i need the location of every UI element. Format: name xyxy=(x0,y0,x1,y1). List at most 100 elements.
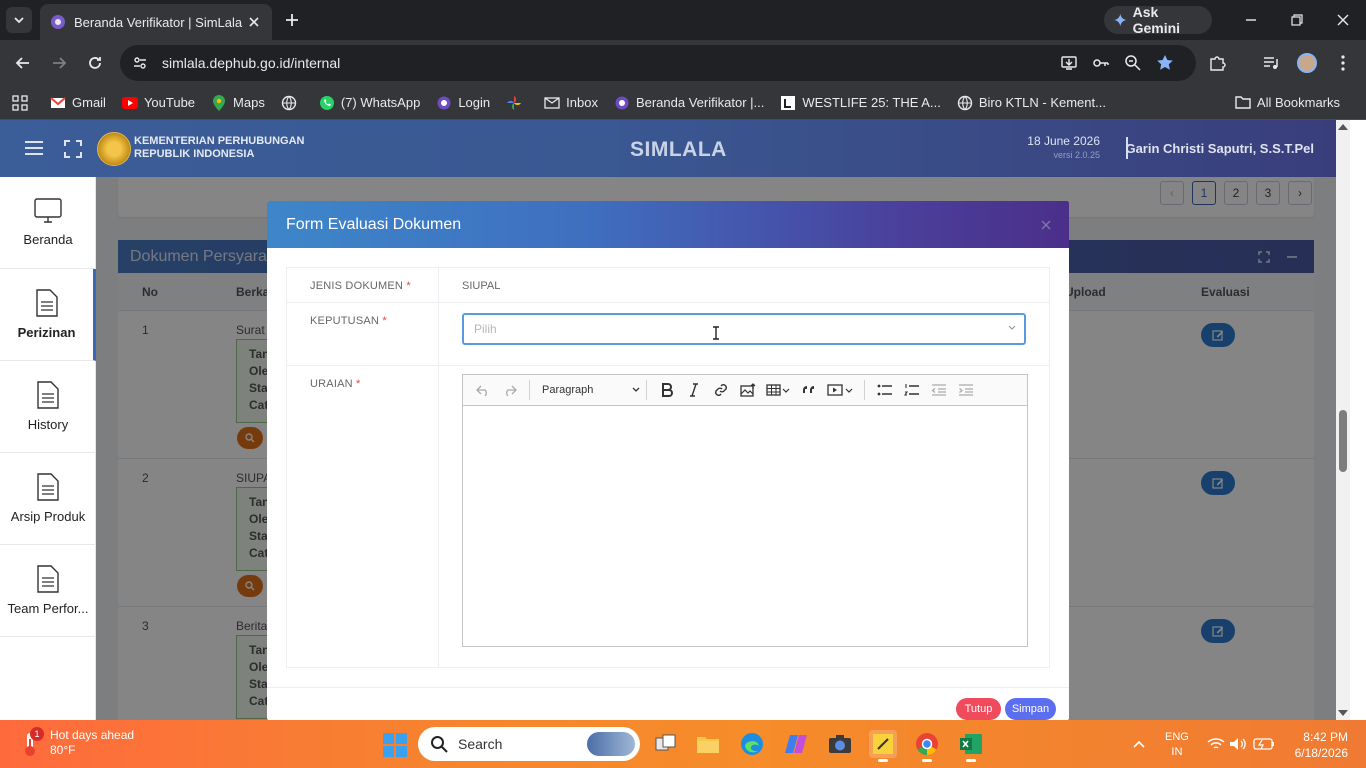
simpan-button[interactable]: Simpan xyxy=(1005,698,1056,720)
search-icon xyxy=(431,736,448,753)
all-bookmarks-button[interactable]: All Bookmarks xyxy=(1235,94,1340,110)
browser-menu-button[interactable] xyxy=(1332,52,1354,74)
media-controls-button[interactable] xyxy=(1260,52,1282,74)
browser-tab-active[interactable]: Beranda Verifikator | SimLala xyxy=(40,4,272,40)
zoom-icon[interactable] xyxy=(1124,54,1142,72)
tutup-button[interactable]: Tutup xyxy=(956,698,1001,720)
file-explorer-icon[interactable] xyxy=(694,730,722,758)
extensions-button[interactable] xyxy=(1206,52,1228,74)
volume-icon[interactable] xyxy=(1224,730,1252,758)
sidebar-item-team-performance[interactable]: Team Perfor... xyxy=(0,545,96,637)
taskbar-search[interactable]: Search xyxy=(418,727,640,761)
quote-icon xyxy=(802,386,814,393)
form-row-keputusan: KEPUTUSAN * Pilih xyxy=(287,303,1049,366)
insert-table-button[interactable] xyxy=(761,378,795,402)
copilot-icon[interactable] xyxy=(782,730,810,758)
modal-close-button[interactable] xyxy=(1037,216,1055,234)
excel-icon[interactable] xyxy=(957,730,985,762)
outdent-button[interactable] xyxy=(925,378,952,402)
insert-media-button[interactable] xyxy=(822,378,858,402)
sidebar-item-history[interactable]: History xyxy=(0,361,96,453)
system-clock[interactable]: 8:42 PM 6/18/2026 xyxy=(1295,729,1348,761)
keputusan-label: KEPUTUSAN * xyxy=(287,303,439,365)
minimize-window-button[interactable] xyxy=(1241,10,1261,30)
bold-icon xyxy=(661,383,673,397)
table-icon xyxy=(766,384,790,396)
bold-button[interactable] xyxy=(653,378,680,402)
user-name[interactable]: Garin Christi Saputri, S.S.T.Pel xyxy=(1125,141,1314,156)
link-icon xyxy=(714,384,727,396)
bulleted-list-button[interactable] xyxy=(871,378,898,402)
search-label: Search xyxy=(458,736,503,752)
fullscreen-icon xyxy=(64,140,82,158)
globe-icon xyxy=(281,95,297,111)
edge-browser-icon[interactable] xyxy=(738,730,766,758)
bookmark-star-icon[interactable] xyxy=(1156,54,1174,72)
toolbar-separator xyxy=(864,380,865,400)
scroll-up-arrow[interactable] xyxy=(1338,124,1348,130)
reload-button[interactable] xyxy=(84,52,106,74)
fullscreen-button[interactable] xyxy=(64,140,82,158)
bookmark-item[interactable]: Beranda Verifikator |... xyxy=(614,95,764,111)
chrome-icon[interactable] xyxy=(913,730,941,762)
scrollbar-thumb[interactable] xyxy=(1339,410,1347,472)
bookmark-item[interactable]: (7) WhatsApp xyxy=(319,95,420,111)
heading-dropdown[interactable]: Paragraph xyxy=(536,378,640,402)
input-language[interactable]: ENG IN xyxy=(1165,730,1189,760)
sidebar-item-perizinan[interactable]: Perizinan xyxy=(0,269,96,361)
tab-close-button[interactable] xyxy=(246,14,262,30)
windows-logo-icon xyxy=(383,733,407,757)
bookmark-item[interactable] xyxy=(281,95,303,111)
clock-time: 8:42 PM xyxy=(1303,730,1348,744)
undo-button[interactable] xyxy=(469,378,496,402)
sticky-notes-icon[interactable] xyxy=(869,730,897,762)
bookmark-item[interactable]: Login xyxy=(436,95,490,111)
bookmark-item[interactable]: Gmail xyxy=(50,95,106,111)
password-key-icon[interactable] xyxy=(1092,54,1110,72)
camera-app-icon[interactable] xyxy=(826,730,854,758)
site-info-icon[interactable] xyxy=(132,55,148,71)
numbered-list-button[interactable] xyxy=(898,378,925,402)
bookmark-item[interactable]: WESTLIFE 25: THE A... xyxy=(780,95,941,111)
minimize-icon xyxy=(1246,19,1256,21)
forward-button[interactable] xyxy=(48,52,70,74)
hamburger-menu-button[interactable] xyxy=(24,140,44,156)
link-button[interactable] xyxy=(707,378,734,402)
insert-image-button[interactable] xyxy=(734,378,761,402)
bookmark-item[interactable]: Maps xyxy=(211,94,265,111)
bookmark-item[interactable]: Inbox xyxy=(544,95,598,111)
redo-button[interactable] xyxy=(496,378,523,402)
battery-icon[interactable] xyxy=(1250,730,1278,758)
sidebar-item-arsip-produk[interactable]: Arsip Produk xyxy=(0,453,96,545)
profile-button[interactable] xyxy=(1296,52,1318,74)
puzzle-icon xyxy=(1210,56,1226,71)
blockquote-button[interactable] xyxy=(795,378,822,402)
task-view-icon[interactable] xyxy=(652,730,680,758)
weather-widget[interactable]: 1 Hot days ahead 80°F xyxy=(20,727,135,758)
bookmark-item[interactable]: Biro KTLN - Kement... xyxy=(957,95,1106,111)
keputusan-select[interactable]: Pilih xyxy=(462,313,1026,345)
weather-title: Hot days ahead xyxy=(50,728,135,742)
tray-overflow-button[interactable] xyxy=(1125,730,1153,758)
page-scrollbar[interactable] xyxy=(1336,120,1350,720)
arrow-right-icon xyxy=(53,57,67,69)
new-tab-button[interactable] xyxy=(282,10,302,30)
start-button[interactable] xyxy=(383,733,407,757)
document-icon xyxy=(37,381,59,409)
apps-button[interactable] xyxy=(12,94,28,111)
install-app-icon[interactable] xyxy=(1060,54,1078,72)
uraian-rich-text-editor: Paragraph xyxy=(462,374,1028,647)
scroll-down-arrow[interactable] xyxy=(1338,710,1348,716)
restore-window-button[interactable] xyxy=(1287,10,1307,30)
indent-button[interactable] xyxy=(952,378,979,402)
editor-content-area[interactable] xyxy=(463,406,1027,646)
back-button[interactable] xyxy=(12,52,34,74)
italic-button[interactable] xyxy=(680,378,707,402)
bookmark-item[interactable] xyxy=(506,95,528,111)
tab-search-button[interactable] xyxy=(6,7,32,33)
ask-gemini-button[interactable]: Ask Gemini xyxy=(1104,4,1212,36)
address-bar[interactable]: simlala.dephub.go.id/internal xyxy=(120,45,1196,81)
close-window-button[interactable] xyxy=(1333,10,1353,30)
bookmark-item[interactable]: YouTube xyxy=(121,95,195,111)
sidebar-item-beranda[interactable]: Beranda xyxy=(0,177,96,269)
